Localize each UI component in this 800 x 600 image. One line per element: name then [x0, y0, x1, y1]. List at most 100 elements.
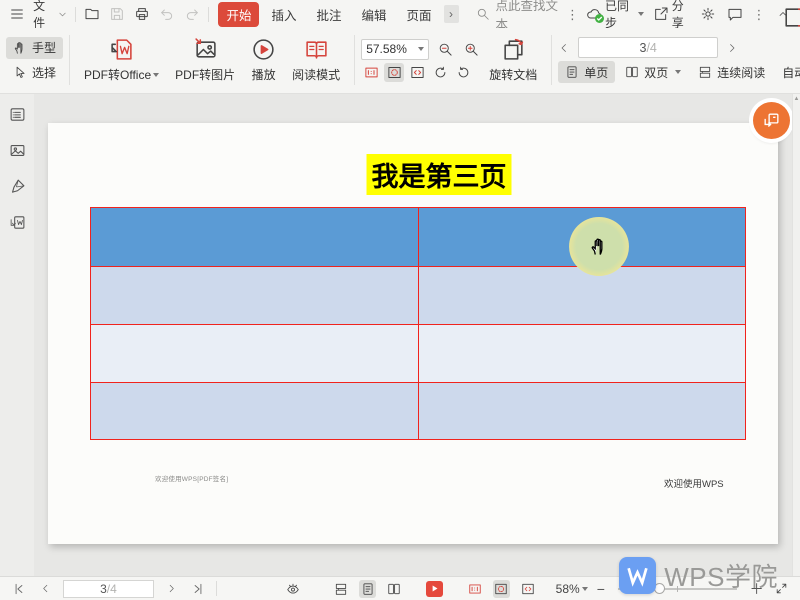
fit-width-button[interactable] [519, 580, 536, 598]
sync-status-button[interactable]: 已同步 [586, 0, 644, 31]
share-button[interactable]: 分享 [653, 0, 691, 31]
left-panel-rail [0, 94, 34, 576]
rotate-ccw-button[interactable] [453, 63, 473, 82]
cursor-arrow-icon [13, 66, 27, 80]
check-icon [595, 14, 604, 23]
read-mode-button[interactable]: 阅读模式 [284, 31, 348, 89]
pdf-to-image-button[interactable]: PDF转图片 [167, 31, 243, 89]
caret-down-icon [418, 47, 424, 51]
open-file-button[interactable] [83, 4, 101, 24]
zoom-out-button[interactable] [435, 40, 455, 59]
zoom-decrease-button[interactable]: − [597, 582, 605, 596]
pdf-to-office-button[interactable]: PDF转Office [76, 31, 167, 89]
select-tool-label: 选择 [32, 64, 56, 81]
search-options-icon[interactable]: ⋮ [566, 8, 579, 21]
zoom-in-button[interactable] [461, 40, 481, 59]
play-slideshow-button[interactable]: 播放 [243, 31, 284, 89]
tab-overflow-button[interactable]: › [444, 5, 459, 23]
vertical-scrollbar[interactable]: ▲ [792, 94, 800, 576]
single-page-button[interactable]: 单页 [558, 61, 615, 83]
fit-page-button[interactable] [384, 63, 404, 82]
zoom-level-input[interactable]: 57.58% [361, 39, 429, 60]
continuous-read-button[interactable]: 连续阅读 [691, 61, 772, 83]
fit-width-icon [521, 582, 535, 596]
actual-size-button[interactable] [361, 63, 381, 82]
double-page-icon [625, 65, 639, 79]
caret-down-icon [153, 73, 159, 77]
eye-protection-button[interactable] [284, 580, 301, 598]
redo-button[interactable] [183, 4, 201, 24]
rotate-cw-button[interactable] [430, 63, 450, 82]
tab-comment[interactable]: 批注 [308, 2, 349, 27]
prev-page-button[interactable] [36, 580, 53, 598]
pdf-page[interactable]: 我是第三页 欢迎使用WPS[PDF签名] 欢迎使用WPS [48, 123, 778, 544]
more-options-icon[interactable]: ⋮ [753, 8, 766, 21]
hamburger-menu-button[interactable] [8, 4, 26, 24]
double-layout-button[interactable] [385, 580, 402, 598]
outline-panel-icon[interactable] [9, 106, 26, 123]
next-page-button[interactable] [163, 580, 180, 598]
previous-page-icon[interactable] [558, 42, 570, 54]
feedback-button[interactable] [726, 4, 744, 24]
page-footer-right: 欢迎使用WPS [664, 476, 724, 490]
next-page-icon[interactable] [726, 42, 738, 54]
save-button[interactable] [108, 4, 126, 24]
tab-page[interactable]: 页面 [399, 2, 440, 27]
continuous-read-label: 连续阅读 [717, 64, 765, 81]
print-button[interactable] [133, 4, 151, 24]
tab-edit[interactable]: 编辑 [353, 2, 394, 27]
statusbar-page-input[interactable]: 3/4 [63, 580, 154, 598]
gear-icon [700, 6, 716, 22]
magnifier-minus-icon [438, 42, 453, 57]
divider [208, 7, 209, 22]
undo-button[interactable] [158, 4, 176, 24]
play-label: 播放 [252, 66, 276, 83]
pdf-to-office-icon [109, 37, 134, 62]
hand-icon [13, 41, 27, 55]
double-page-label: 双页 [644, 64, 668, 81]
play-mode-button[interactable] [426, 581, 443, 597]
caret-down-icon [675, 70, 681, 74]
statusbar-zoom-button[interactable]: 58% [556, 582, 588, 596]
topbar-right-cluster: 已同步 分享 ⋮ [586, 0, 792, 31]
images-panel-icon[interactable] [9, 142, 26, 159]
rotate-document-button[interactable]: 旋转文档 [481, 31, 545, 89]
tab-home[interactable]: 开始 [218, 2, 259, 27]
read-mode-label: 阅读模式 [292, 66, 340, 83]
magnifier-plus-icon [464, 42, 479, 57]
fit-page-button[interactable] [493, 580, 510, 598]
tab-insert[interactable]: 插入 [263, 2, 304, 27]
caret-down-icon [638, 12, 644, 16]
auto-scroll-icon-button[interactable] [773, 3, 800, 32]
hand-tool-button[interactable]: 手型 [6, 37, 63, 59]
statusbar-zoom-value: 58% [556, 582, 580, 596]
select-tool-button[interactable]: 选择 [6, 62, 63, 84]
continuous-layout-button[interactable] [332, 580, 349, 598]
double-page-button[interactable]: 双页 [618, 61, 688, 83]
auto-scroll-icon [781, 5, 800, 30]
export-doc-icon[interactable] [9, 214, 26, 231]
settings-button[interactable] [699, 4, 717, 24]
fit-page-icon [387, 65, 402, 80]
annotation-pen-icon[interactable] [9, 178, 26, 195]
pdf-to-image-label: PDF转图片 [175, 66, 235, 83]
quick-convert-floating-button[interactable] [753, 102, 790, 139]
actual-size-button[interactable] [466, 580, 483, 598]
play-icon [430, 584, 439, 593]
continuous-read-icon [698, 65, 712, 79]
file-menu-button[interactable]: 文件 [33, 0, 68, 31]
first-page-button[interactable] [10, 580, 27, 598]
auto-scroll-button[interactable]: 自动滚 [775, 61, 800, 83]
table-header-row [91, 208, 745, 266]
share-icon [653, 6, 669, 22]
last-page-button[interactable] [189, 580, 206, 598]
page-number-input[interactable]: 3/4 [578, 37, 718, 58]
single-layout-button[interactable] [359, 580, 376, 598]
page-title: 我是第三页 [367, 154, 512, 195]
scroll-up-arrow[interactable]: ▲ [794, 96, 800, 102]
pdf-to-image-icon [193, 37, 218, 62]
divider [69, 35, 70, 85]
fit-width-button[interactable] [407, 63, 427, 82]
document-canvas[interactable]: 我是第三页 欢迎使用WPS[PDF签名] 欢迎使用WPS [34, 94, 792, 576]
wps-academy-label: WPS学院 [664, 557, 778, 594]
